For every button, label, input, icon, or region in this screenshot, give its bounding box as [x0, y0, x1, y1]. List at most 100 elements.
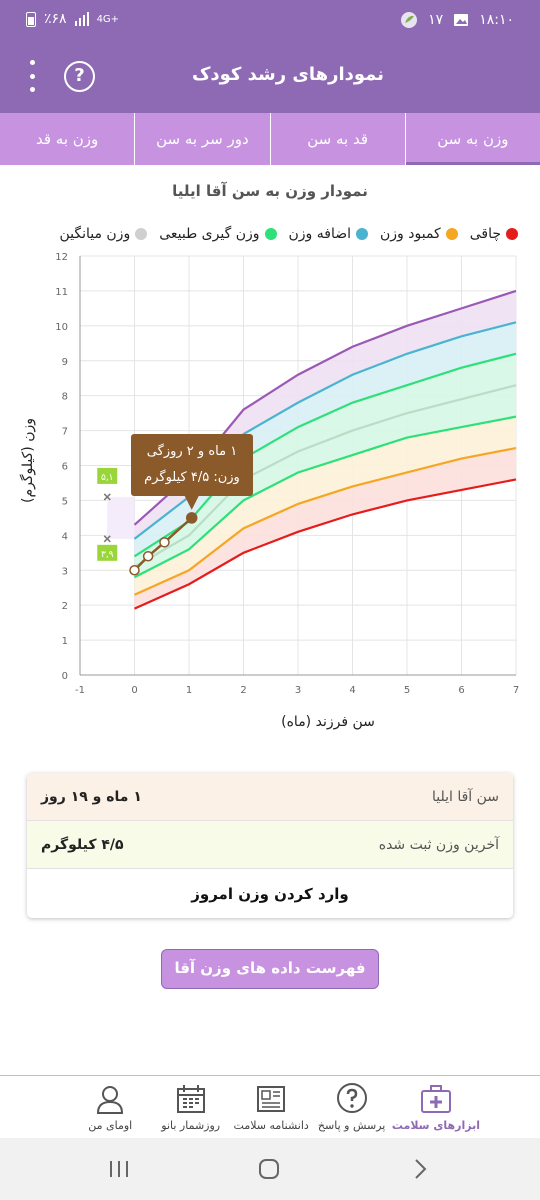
x-tick-label: 2	[240, 685, 246, 696]
y-tick-label: 3	[62, 566, 68, 577]
x-tick-label: -1	[75, 685, 85, 696]
system-navigation-bar	[0, 1138, 540, 1200]
legend-dot	[506, 228, 518, 240]
nav-women-calendar[interactable]: روزشمار بانو	[150, 1076, 230, 1137]
tab-weight-for-height[interactable]: وزن به قد	[0, 113, 135, 165]
chart-legend: چاقی کمبود وزن اضافه وزن وزن گیری طبیعی …	[59, 226, 518, 242]
signal-icon	[74, 12, 89, 26]
page-title: نمودارهای رشد کودک	[191, 64, 384, 85]
nav-label: ابزارهای سلامت	[391, 1119, 480, 1132]
legend-item-normal-gain[interactable]: وزن گیری طبیعی	[159, 226, 277, 242]
child-weight-point	[129, 565, 140, 576]
status-date-number: ۱۷	[428, 12, 444, 28]
nav-questions[interactable]: پرسش و پاسخ	[311, 1076, 391, 1137]
x-tick-label: 4	[349, 685, 355, 696]
y-tick-label: 11	[55, 287, 68, 298]
bottom-navigation: ابزارهای سلامت پرسش و پاسخ دانشنامه سلام…	[0, 1075, 540, 1137]
legend-item-overweight[interactable]: اضافه وزن	[289, 226, 369, 242]
legend-label: اضافه وزن	[288, 226, 352, 242]
help-icon[interactable]: ?	[64, 61, 95, 92]
x-tick-label: 6	[458, 685, 464, 696]
network-type: 4G+	[96, 13, 120, 25]
app-notification-icon	[401, 12, 418, 28]
chart-tabs: وزن به سن قد به سن دور سر به سن وزن به ق…	[0, 113, 540, 165]
image-notification-icon	[454, 14, 469, 26]
medical-kit-icon	[420, 1085, 451, 1113]
y-tick-label: 0	[62, 671, 68, 682]
last-weight-label: آخرین وزن ثبت شده	[378, 836, 499, 853]
battery-level: ٪۶۸	[44, 11, 67, 27]
battery-icon	[26, 11, 36, 27]
last-weight-row: آخرین وزن ثبت شده ۴/۵ کیلوگرم	[27, 821, 513, 869]
nav-label: اومای من	[88, 1119, 133, 1132]
x-tick-label: 3	[295, 685, 301, 696]
nav-label: دانشنامه سلامت	[233, 1119, 309, 1132]
newspaper-icon	[257, 1086, 286, 1112]
home-icon[interactable]	[258, 1158, 280, 1180]
info-card: سن آقا ایلیا ۱ ماه و ۱۹ روز آخرین وزن ثب…	[27, 773, 513, 918]
status-bar: ٪۶۸ 4G+ ۱۷ ۱۸:۱۰	[0, 0, 540, 40]
tooltip-weight: وزن: ۴/۵ کیلوگرم	[144, 469, 240, 485]
birth-range-high-label: ۵,۱	[101, 473, 114, 483]
y-tick-label: 12	[55, 252, 68, 263]
y-tick-label: 1	[62, 636, 68, 647]
nav-label: روزشمار بانو	[161, 1119, 221, 1132]
clock: ۱۸:۱۰	[479, 12, 514, 28]
nav-health-encyclopedia[interactable]: دانشنامه سلامت	[231, 1076, 311, 1137]
legend-dot	[135, 228, 148, 240]
nav-label: پرسش و پاسخ	[317, 1119, 386, 1132]
nav-health-tools[interactable]: ابزارهای سلامت	[392, 1076, 480, 1137]
tab-height-for-age[interactable]: قد به سن	[269, 113, 405, 165]
legend-item-underweight[interactable]: کمبود وزن	[380, 226, 458, 242]
question-bubble-icon	[336, 1083, 367, 1113]
x-tick-label: 5	[404, 685, 410, 696]
status-right: ۱۷ ۱۸:۱۰	[400, 11, 514, 29]
birth-range-band	[107, 496, 135, 539]
y-tick-label: 8	[62, 392, 68, 403]
legend-dot	[356, 228, 369, 240]
age-value: ۱ ماه و ۱۹ روز	[41, 788, 142, 805]
legend-label: کمبود وزن	[380, 226, 441, 242]
y-tick-label: 10	[55, 322, 68, 333]
x-tick-label: 1	[186, 685, 192, 696]
profile-icon	[97, 1086, 124, 1114]
birth-range-low-label: ۳,۹	[101, 550, 114, 560]
y-axis-title: وزن (کیلوگرم)	[19, 418, 36, 503]
legend-dot	[264, 228, 277, 240]
y-tick-label: 6	[62, 462, 68, 473]
child-weight-point	[142, 551, 154, 562]
app-bar: ? نمودارهای رشد کودک	[0, 40, 540, 113]
status-left: ٪۶۸ 4G+	[26, 11, 119, 27]
back-icon[interactable]	[412, 1158, 428, 1180]
x-tick-label: 0	[131, 685, 137, 696]
child-weight-point	[185, 512, 198, 524]
y-tick-label: 9	[62, 357, 68, 368]
weight-data-list-button[interactable]: فهرست داده های وزن آقا ایلیا	[161, 949, 379, 1013]
nav-my-profile[interactable]: اومای من	[70, 1076, 150, 1137]
legend-dot	[445, 228, 458, 240]
legend-item-average[interactable]: وزن میانگین	[59, 226, 148, 242]
legend-label: وزن گیری طبیعی	[159, 226, 260, 242]
age-label: سن آقا ایلیا	[431, 788, 499, 805]
chart-title: نمودار وزن به سن آقا ایلیا	[172, 182, 368, 200]
weight-for-age-chart[interactable]: -1 0 1 2 3 4 5 6 70123456789101112۵,۱۳,۹۱ ماه و …	[0, 245, 540, 745]
calendar-icon	[176, 1085, 205, 1113]
child-weight-point	[159, 537, 170, 548]
x-tick-label: 7	[513, 685, 519, 696]
tooltip-age: ۱ ماه و ۲ روزگی	[147, 443, 237, 459]
enter-weight-button[interactable]: وارد کردن وزن امروز	[27, 869, 513, 918]
y-tick-label: 7	[62, 427, 68, 438]
age-row: سن آقا ایلیا ۱ ماه و ۱۹ روز	[27, 773, 513, 821]
recent-apps-icon[interactable]	[108, 1159, 130, 1179]
legend-label: وزن میانگین	[59, 226, 131, 242]
overflow-menu-icon[interactable]	[24, 60, 40, 92]
legend-item-obesity[interactable]: چاقی	[470, 226, 518, 242]
legend-label: چاقی	[469, 226, 501, 242]
tab-weight-for-age[interactable]: وزن به سن	[404, 113, 540, 165]
y-tick-label: 5	[62, 496, 68, 507]
last-weight-value: ۴/۵ کیلوگرم	[41, 836, 124, 853]
y-tick-label: 4	[62, 531, 68, 542]
x-axis-title: سن فرزند (ماه)	[281, 714, 375, 730]
y-tick-label: 2	[62, 601, 68, 612]
tab-head-circumference-for-age[interactable]: دور سر به سن	[134, 113, 270, 165]
